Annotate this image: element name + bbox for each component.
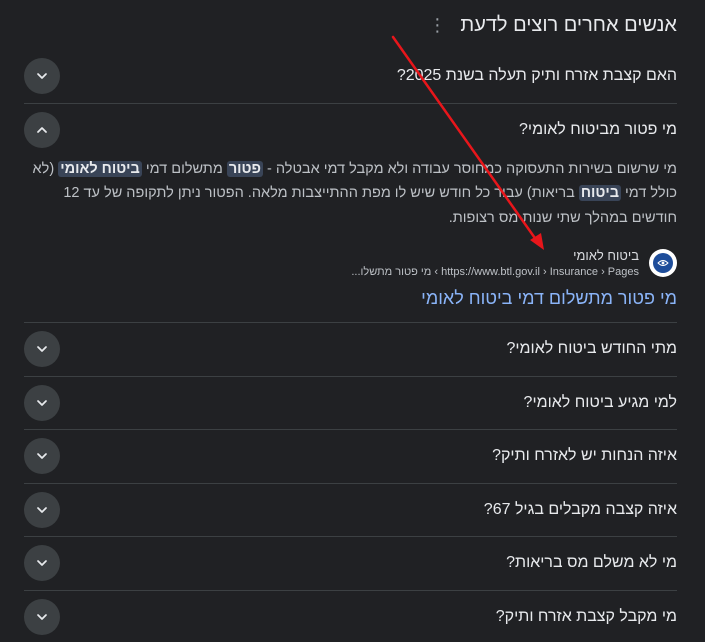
answer-highlight: פטור (226, 160, 263, 177)
more-vert-icon[interactable]: ⋮ (428, 16, 446, 34)
answer-highlight: ביטוח לאומי (58, 160, 142, 177)
question-text: איזה הנחות יש לאזרח ותיק? (492, 447, 677, 465)
question-text: האם קצבת אזרח ותיק תעלה בשנת 2025? (396, 67, 677, 85)
expanded-question-header[interactable]: מי פטור מביטוח לאומי? (24, 104, 677, 157)
question-row[interactable]: האם קצבת אזרח ותיק תעלה בשנת 2025? (24, 50, 677, 104)
expanded-question: מי פטור מביטוח לאומי? מי שרשום בשירות הת… (24, 104, 677, 323)
answer-snippet: מי שרשום בשירות התעסוקה כמחוסר עבודה ולא… (24, 157, 677, 231)
chevron-down-icon[interactable] (24, 331, 60, 368)
section-title: אנשים אחרים רוצים לדעת (460, 13, 677, 36)
question-text: מתי החודש ביטוח לאומי? (506, 340, 678, 358)
chevron-down-icon[interactable] (24, 545, 60, 582)
question-row[interactable]: מתי החודש ביטוח לאומי? (24, 323, 677, 377)
source-citation[interactable]: ביטוח לאומי https://www.btl.gov.il › Ins… (24, 248, 677, 278)
answer-text: מי שרשום בשירות התעסוקה כמחוסר עבודה ולא… (263, 160, 677, 177)
question-row[interactable]: איזה הנחות יש לאזרח ותיק? (24, 430, 677, 484)
chevron-down-icon[interactable] (24, 598, 60, 635)
people-also-ask: אנשים אחרים רוצים לדעת ⋮ האם קצבת אזרח ו… (24, 0, 677, 642)
section-header: אנשים אחרים רוצים לדעת ⋮ (24, 0, 677, 50)
question-row[interactable]: איזה קצבה מקבלים בגיל 67? (24, 484, 677, 537)
result-link-title[interactable]: מי פטור מתשלום דמי ביטוח לאומי (24, 288, 677, 323)
chevron-down-icon[interactable] (24, 384, 60, 421)
question-row[interactable]: למי מגיע ביטוח לאומי? (24, 377, 677, 430)
chevron-down-icon[interactable] (24, 58, 60, 95)
source-text: ביטוח לאומי https://www.btl.gov.il › Ins… (351, 248, 639, 278)
source-name: ביטוח לאומי (573, 248, 639, 263)
answer-text: מתשלום דמי (141, 160, 227, 177)
chevron-down-icon[interactable] (24, 438, 60, 475)
questions-after: מתי החודש ביטוח לאומי? למי מגיע ביטוח לאו… (24, 323, 677, 642)
question-row[interactable]: מי מקבל קצבת אזרח ותיק? (24, 591, 677, 642)
questions-before: האם קצבת אזרח ותיק תעלה בשנת 2025? (24, 50, 677, 104)
question-text: מי לא משלם מס בריאות? (506, 554, 677, 572)
answer-highlight: ביטוח (578, 185, 621, 201)
question-text: איזה קצבה מקבלים בגיל 67? (483, 500, 677, 518)
question-text: למי מגיע ביטוח לאומי? (523, 393, 677, 411)
source-url[interactable]: https://www.btl.gov.il › Insurance › Pag… (351, 266, 639, 278)
question-row[interactable]: מי לא משלם מס בריאות? (24, 537, 677, 591)
expanded-question-text: מי פטור מביטוח לאומי? (519, 121, 677, 138)
chevron-up-icon[interactable] (24, 112, 60, 148)
btl-logo-icon (649, 249, 677, 277)
chevron-down-icon[interactable] (24, 491, 60, 528)
question-text: מי מקבל קצבת אזרח ותיק? (495, 607, 677, 625)
